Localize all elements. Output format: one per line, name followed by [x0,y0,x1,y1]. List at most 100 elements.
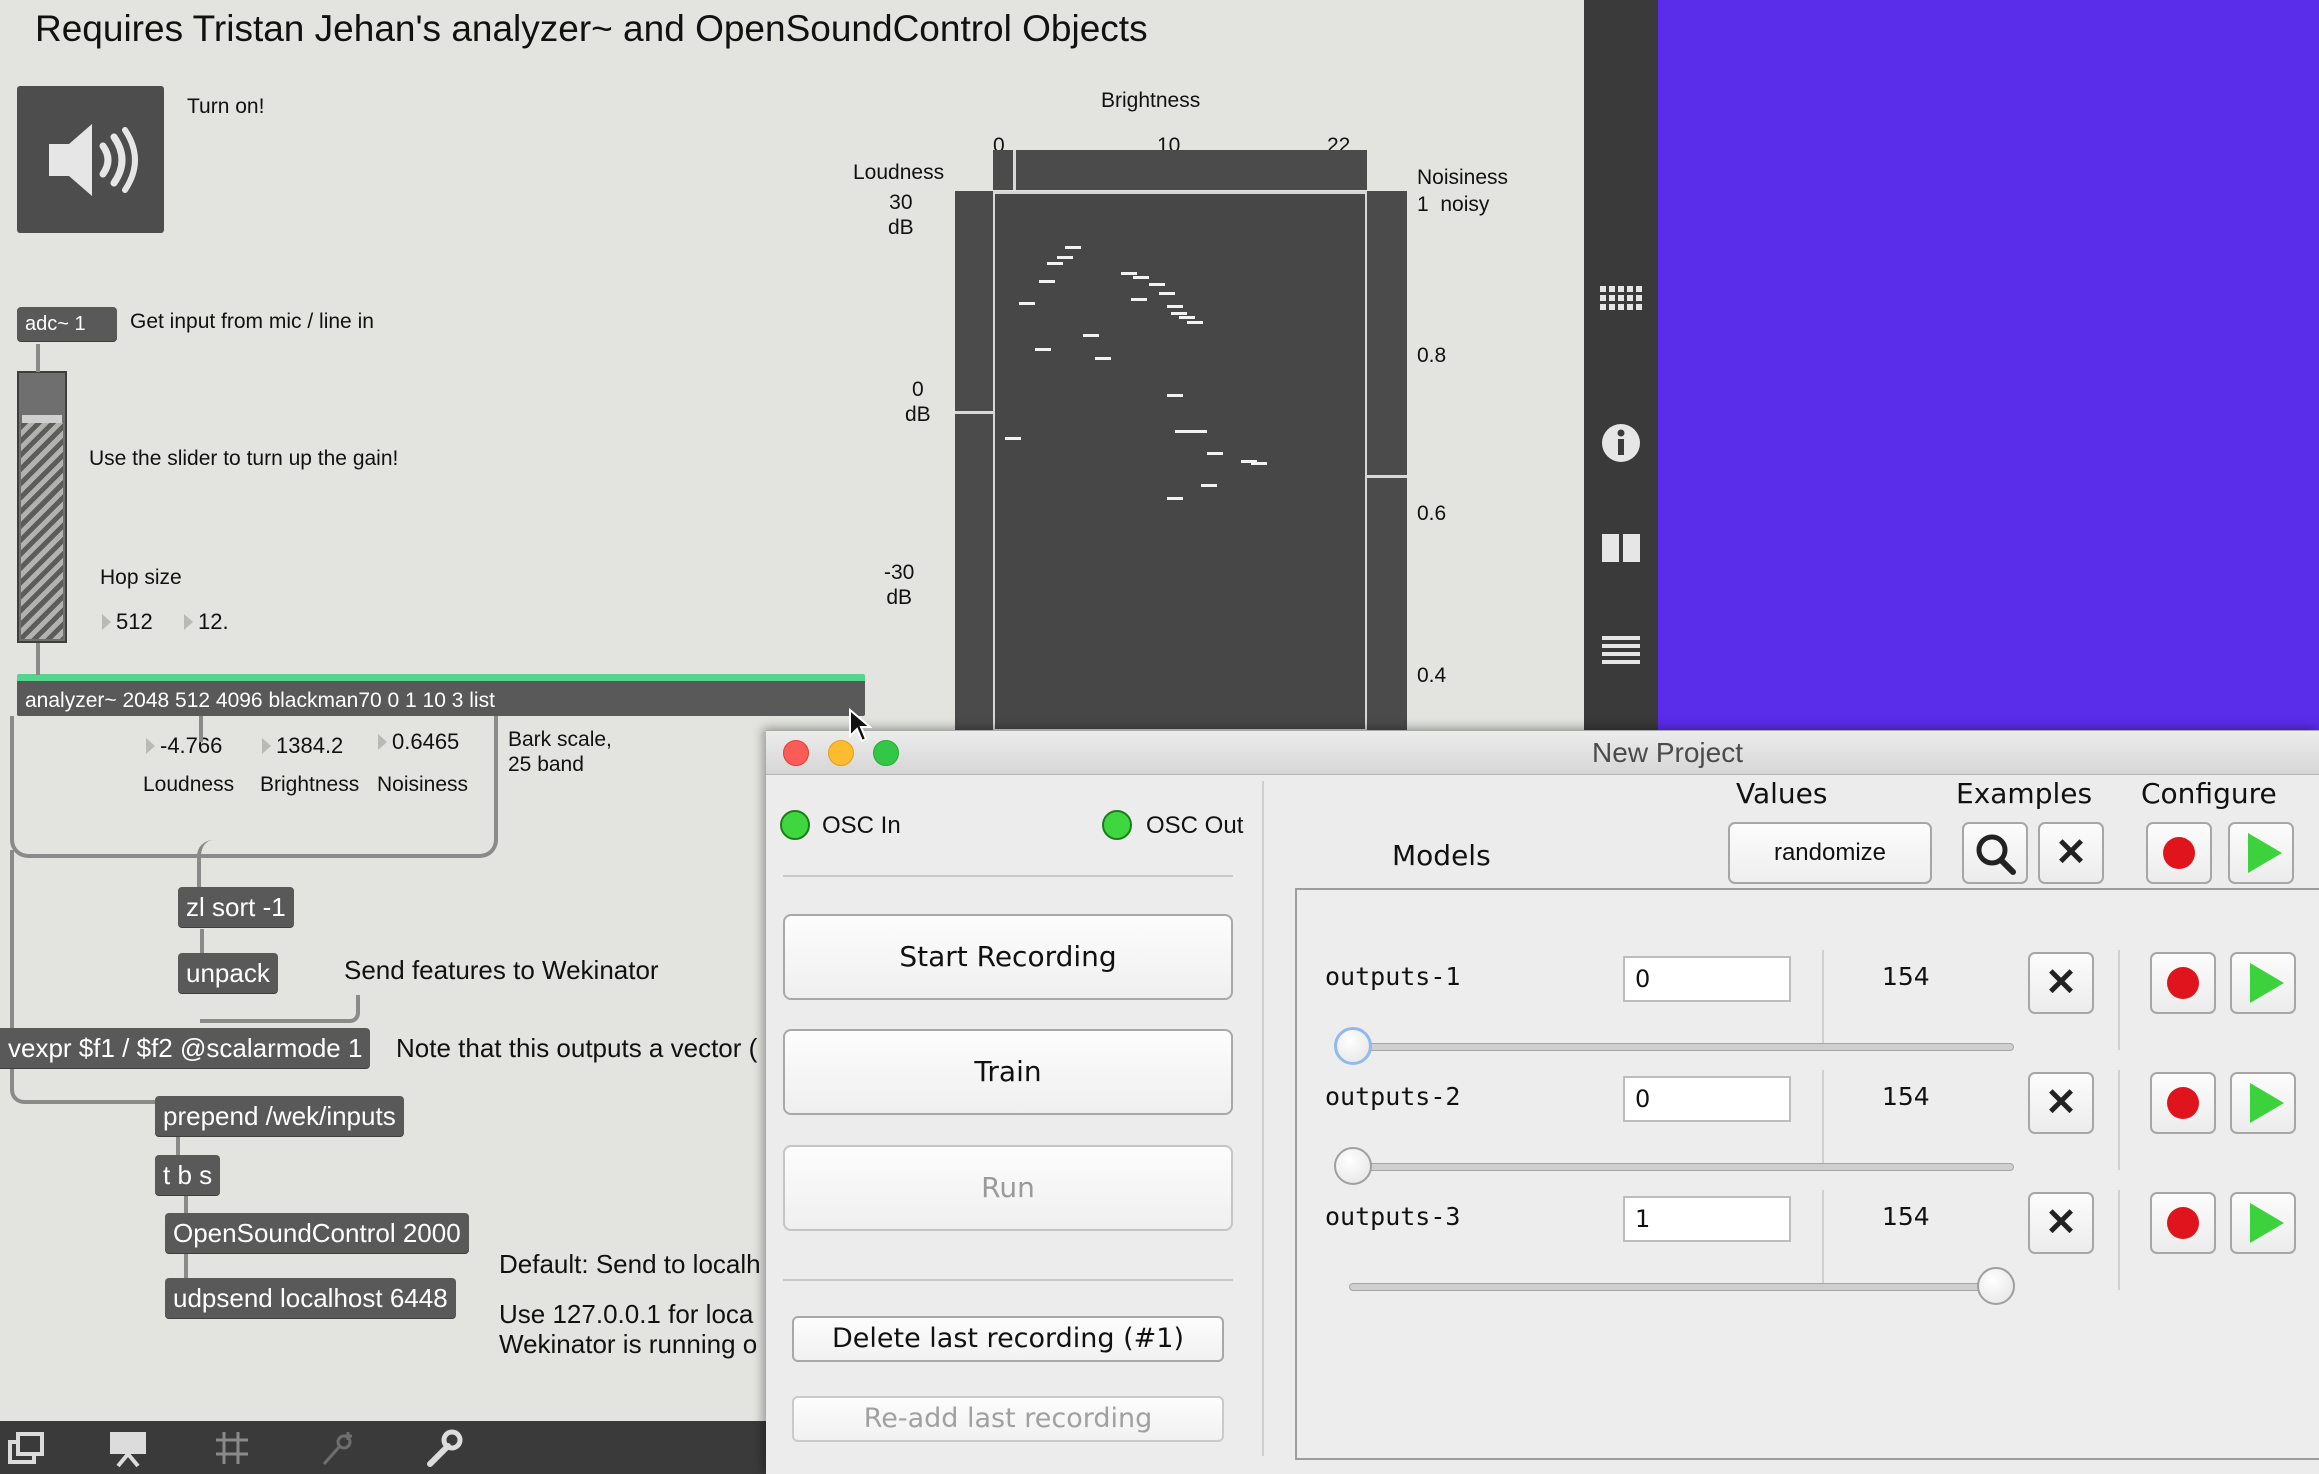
run-all-button[interactable] [2228,822,2294,884]
gain-slider[interactable] [17,371,67,643]
control-panel: OSC In OSC Out Start Recording Train Run… [766,776,1266,1474]
patch-cord [200,929,204,953]
multislider-bar [1131,298,1147,301]
wrench-icon[interactable] [424,1428,464,1474]
readd-last-recording-button[interactable]: Re-add last recording [792,1396,1224,1442]
multislider-bar [1167,394,1183,397]
hop-size-comment: Hop size [100,566,182,589]
presentation-icon[interactable] [108,1428,148,1474]
record-output-button[interactable] [2150,1072,2216,1134]
patch-title: Requires Tristan Jehan's analyzer~ and O… [35,8,1148,49]
multislider-bar [1167,497,1183,500]
multislider-bar [1171,312,1187,315]
output-value-field[interactable]: 0 [1623,956,1791,1002]
patch-cord [197,840,489,888]
record-icon [2167,1207,2199,1239]
row-divider [1822,950,1824,1050]
examples-delete-all-button[interactable]: ✕ [2038,822,2104,884]
divider [783,1279,1233,1281]
run-output-button[interactable] [2230,952,2296,1014]
book-icon[interactable] [1598,530,1644,576]
analyzer-object[interactable]: analyzer~ 2048 512 4096 blackman70 0 1 1… [17,674,865,716]
list-icon[interactable] [1598,632,1644,682]
output-slider-track[interactable] [1334,1027,2014,1065]
close-icon: ✕ [2055,832,2087,874]
run-output-button[interactable] [2230,1192,2296,1254]
wekinator-window: New Project OSC In OSC Out Start Recordi… [766,730,2319,1474]
start-recording-button[interactable]: Start Recording [783,914,1233,1000]
slider-hint-comment: Use the slider to turn up the gain! [89,447,399,470]
output-value-field[interactable]: 0 [1623,1076,1791,1122]
vexpr-object[interactable]: vexpr $f1 / $f2 @scalarmode 1 [0,1028,371,1068]
hop-rate-number[interactable]: 12. [180,605,250,639]
multislider-bar [1149,283,1165,286]
multislider-bar [1039,280,1055,283]
play-icon [2248,833,2282,873]
multislider-bar [1047,262,1063,265]
run-output-button[interactable] [2230,1072,2296,1134]
osc-object[interactable]: OpenSoundControl 2000 [165,1213,469,1253]
output-name: outputs-2 [1325,1082,1461,1111]
noisiness-display-label: Noisiness [1417,166,1509,189]
delete-examples-button[interactable]: ✕ [2028,1072,2094,1134]
output-value-field[interactable]: 1 [1623,1196,1791,1242]
noisiness-tick-08: 0.8 [1417,344,1447,367]
multislider-bar [1133,276,1149,279]
output-slider-track[interactable] [1334,1147,2014,1185]
add-object-icon[interactable] [318,1428,358,1474]
output-slider-track[interactable] [1349,1267,2015,1305]
desktop-background [1658,0,2319,730]
multislider-bar [1019,302,1035,305]
train-button[interactable]: Train [783,1029,1233,1115]
patch-cord [184,1192,188,1214]
multislider-bar [1005,437,1021,440]
record-output-button[interactable] [2150,1192,2216,1254]
record-all-button[interactable] [2146,822,2212,884]
multislider-bar [1083,334,1099,337]
udpsend-object[interactable]: udpsend localhost 6448 [165,1278,456,1318]
hop-size-number[interactable]: 512 [98,605,168,639]
adc-object[interactable]: adc~ 1 [17,307,117,341]
record-icon [2167,1087,2199,1119]
randomize-button[interactable]: randomize [1728,822,1932,884]
patch-cord [10,850,14,1030]
bark-spectrum-multislider[interactable] [993,191,1367,731]
run-button[interactable]: Run [783,1145,1233,1231]
row-divider [2118,1070,2120,1170]
multislider-bar [1121,272,1137,275]
delete-examples-button[interactable]: ✕ [2028,1192,2094,1254]
multislider-bar [1175,430,1191,433]
play-icon [2250,963,2284,1003]
delete-last-recording-button[interactable]: Delete last recording (#1) [792,1316,1224,1362]
default-send-comment: Default: Send to localh [499,1249,761,1279]
grid-icon[interactable] [1598,282,1644,332]
delete-examples-button[interactable]: ✕ [2028,952,2094,1014]
patch-cord [10,1068,170,1104]
output-slider-thumb[interactable] [1334,1027,1372,1065]
noisiness-tick-06: 0.6 [1417,502,1447,525]
info-icon[interactable] [1598,420,1644,476]
examples-search-button[interactable] [1962,822,2028,884]
prepend-object[interactable]: prepend /wek/inputs [155,1096,404,1136]
zl-sort-object[interactable]: zl sort -1 [178,887,294,927]
tbs-object[interactable]: t b s [155,1155,221,1195]
use-localhost-comment: Use 127.0.0.1 for loca [499,1299,754,1329]
audio-on-toggle[interactable] [17,86,164,233]
record-output-button[interactable] [2150,952,2216,1014]
brightness-display-label: Brightness [1101,89,1201,112]
unpack-object[interactable]: unpack [178,953,278,993]
windows-icon[interactable] [6,1428,46,1474]
record-icon [2163,837,2195,869]
row-divider [2118,950,2120,1050]
output-name: outputs-3 [1325,1202,1461,1231]
bark-scale-comment: Bark scale, 25 band [508,728,612,777]
output-slider-thumb[interactable] [1334,1147,1372,1185]
patch-cord [176,1136,180,1156]
get-input-comment: Get input from mic / line in [130,310,374,333]
search-icon [1976,834,2016,875]
configure-header: Configure [2141,777,2277,810]
noisiness-tick-04: 0.4 [1417,664,1447,687]
osc-out-indicator [1102,810,1132,840]
grid-toggle-icon[interactable] [212,1428,252,1474]
output-slider-thumb[interactable] [1977,1267,2015,1305]
